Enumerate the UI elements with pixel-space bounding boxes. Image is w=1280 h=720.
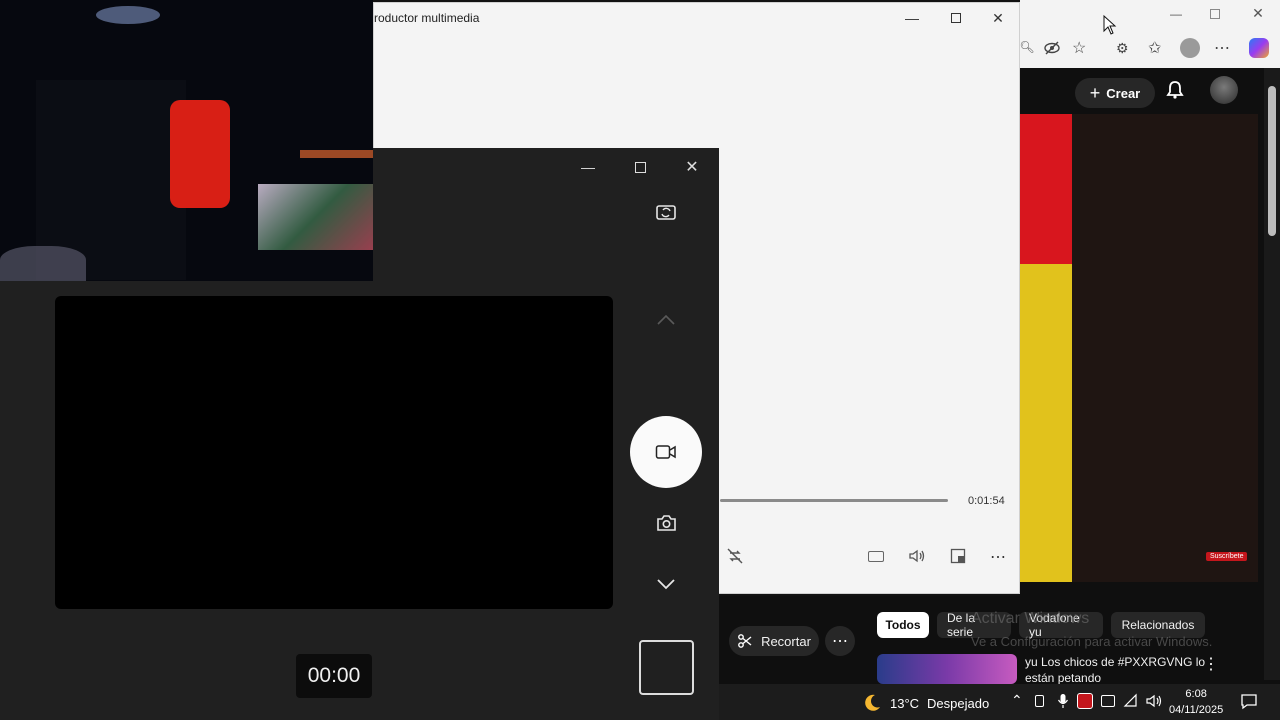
more-options-icon[interactable]: ⋯ <box>990 547 1006 567</box>
microphone-icon[interactable] <box>1057 693 1069 709</box>
wifi-icon[interactable] <box>1123 693 1139 709</box>
minimize-icon[interactable]: — <box>1168 6 1184 22</box>
seek-bar[interactable] <box>720 499 948 502</box>
maximize-icon <box>951 13 961 23</box>
favorite-star-icon[interactable]: ☆ <box>1072 38 1086 58</box>
repeat-off-icon[interactable] <box>726 547 744 565</box>
chip-all[interactable]: Todos <box>877 612 929 638</box>
clip-label: Recortar <box>761 633 811 649</box>
gallery-thumbnail-button[interactable] <box>639 640 694 695</box>
notifications-icon[interactable] <box>1240 693 1258 710</box>
youtube-header: + Crear <box>1020 68 1280 114</box>
moon-icon <box>865 694 880 711</box>
maximize-icon <box>634 161 646 173</box>
recommended-menu-icon[interactable]: ⋮ <box>1203 654 1219 674</box>
minimize-button[interactable]: — <box>890 3 934 33</box>
profile-avatar[interactable] <box>1180 38 1200 58</box>
close-icon: ✕ <box>992 9 1004 26</box>
mini-player-icon[interactable] <box>950 548 966 564</box>
chevron-down-icon[interactable] <box>656 578 676 590</box>
device-icon[interactable] <box>1035 695 1044 707</box>
close-icon: ✕ <box>685 159 699 176</box>
close-button[interactable]: ✕ <box>670 152 714 182</box>
scrollbar-thumb[interactable] <box>1268 86 1276 236</box>
system-clock[interactable]: 6:08 04/11/2025 <box>1169 686 1223 718</box>
weather-condition: Despejado <box>927 695 990 711</box>
extensions-icon[interactable]: ⚙ <box>1116 40 1129 57</box>
recommended-video-title[interactable]: yu Los chicos de #PXXRGVNG lo están peta… <box>1025 654 1215 684</box>
create-label: Crear <box>1106 85 1141 101</box>
copilot-icon[interactable] <box>1249 38 1269 58</box>
close-button[interactable]: ✕ <box>976 3 1020 33</box>
more-menu-icon[interactable]: ⋯ <box>1214 38 1230 58</box>
zoom-icon[interactable]: 🔍︎ <box>1019 40 1034 54</box>
video-frame-red-area <box>1020 114 1072 264</box>
browser-toolbar: — ✕ 🔍︎ ☆ ⚙ ✩ ⋯ <box>1019 0 1280 68</box>
minimize-icon: — <box>581 159 595 175</box>
minimize-button[interactable]: — <box>566 152 610 182</box>
activation-watermark-subtitle: Ve a Configuración para activar Windows. <box>971 634 1213 649</box>
red-object <box>170 100 230 208</box>
more-actions-button[interactable]: ⋯ <box>825 626 855 656</box>
clock-time: 6:08 <box>1185 688 1207 700</box>
tracking-prevention-icon[interactable] <box>1044 40 1060 56</box>
video-frame-dark-area <box>1072 114 1258 582</box>
colorful-cloth <box>258 184 373 250</box>
create-button[interactable]: + Crear <box>1075 78 1155 108</box>
speaker-icon[interactable] <box>1145 693 1163 709</box>
recording-indicator-icon[interactable] <box>1077 693 1093 709</box>
camera-preview <box>55 296 613 609</box>
youtube-lower-section: Recortar ⋯ Todos De la serie Vodafone yu… <box>719 596 1264 684</box>
recording-timer: 00:00 <box>296 654 372 698</box>
user-avatar[interactable] <box>1210 76 1238 104</box>
chevron-up-icon[interactable] <box>656 314 676 326</box>
time-remaining: 0:01:54 <box>968 495 1005 507</box>
minimize-icon: — <box>905 10 919 26</box>
orange-shelf <box>300 150 373 158</box>
maximize-button[interactable] <box>934 3 978 33</box>
webcam-feed-overlay <box>0 0 373 281</box>
chevron-up-icon[interactable]: ⌃ <box>1011 692 1023 709</box>
subscribe-badge[interactable]: Suscríbete <box>1206 552 1248 561</box>
photo-camera-icon[interactable] <box>656 514 677 532</box>
restore-icon[interactable] <box>1210 9 1220 19</box>
youtube-video-player[interactable] <box>1020 114 1258 582</box>
video-frame-yellow-area <box>1020 264 1072 582</box>
maximize-button[interactable] <box>618 152 662 182</box>
record-video-button[interactable] <box>630 416 702 488</box>
plus-icon: + <box>1089 82 1101 103</box>
weather-widget[interactable]: 13°C Despejado <box>862 693 989 713</box>
temperature: 13°C <box>890 695 920 711</box>
mouse-cursor-icon <box>1103 14 1117 35</box>
video-camera-icon <box>655 445 676 459</box>
favorites-icon[interactable]: ✩ <box>1148 38 1161 58</box>
subtitles-icon[interactable] <box>868 551 884 562</box>
switch-camera-icon[interactable] <box>655 202 677 222</box>
light-fixture <box>96 6 160 24</box>
scissors-icon <box>738 634 752 648</box>
window-title: roductor multimedia <box>374 11 480 25</box>
close-icon[interactable]: ✕ <box>1250 5 1266 21</box>
clock-date: 04/11/2025 <box>1169 704 1224 716</box>
clip-button[interactable]: Recortar <box>729 626 819 656</box>
battery-icon[interactable] <box>1101 695 1115 707</box>
recommended-video-thumbnail[interactable] <box>877 654 1017 684</box>
notifications-bell-icon[interactable] <box>1166 80 1184 100</box>
activation-watermark-title: Activar Windows <box>971 610 1090 627</box>
volume-icon[interactable] <box>908 548 926 564</box>
windows-taskbar: 13°C Despejado ⌃ 6:08 04/11/2025 <box>719 684 1280 720</box>
foreground-object <box>0 246 86 281</box>
